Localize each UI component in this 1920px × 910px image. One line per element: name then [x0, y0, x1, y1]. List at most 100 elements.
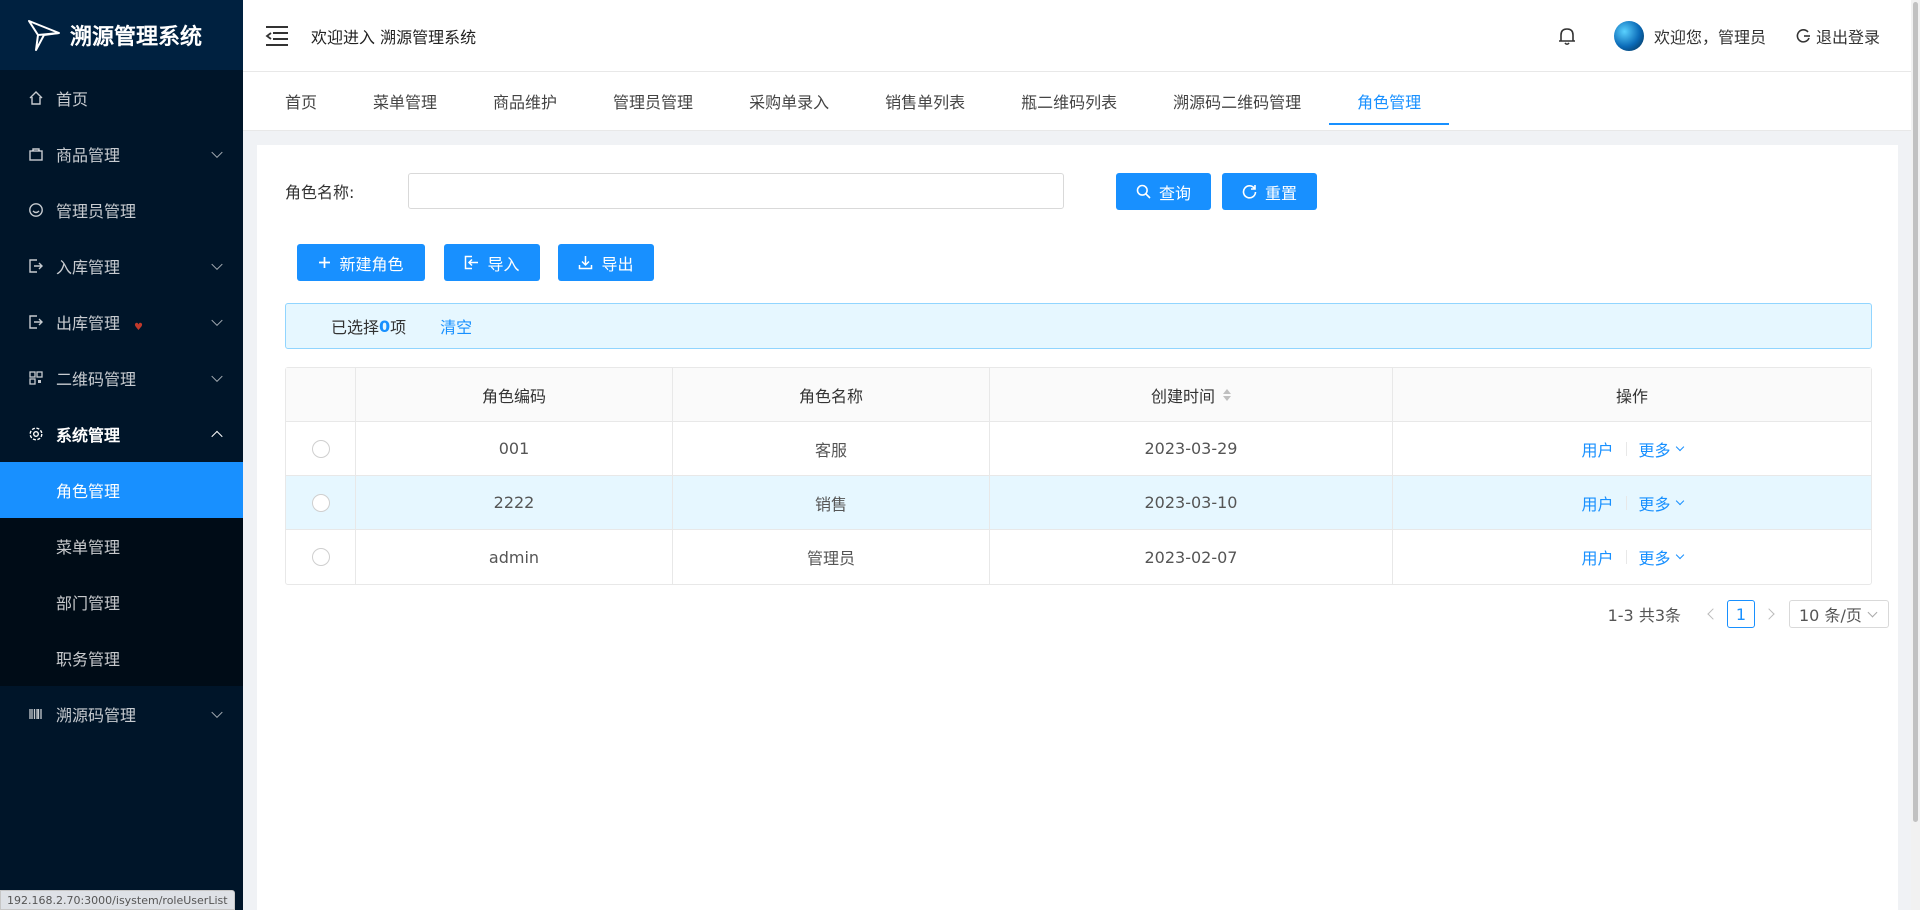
sidebar-item-system[interactable]: 系统管理 — [0, 406, 243, 462]
user-action-link[interactable]: 用户 — [1581, 545, 1613, 569]
sidebar-item-tracecode[interactable]: 溯源码管理 — [0, 686, 243, 742]
sidebar-item-label: 溯源码管理 — [56, 706, 137, 725]
column-header-created[interactable]: 创建时间 — [990, 368, 1393, 421]
reset-label: 重置 — [1264, 183, 1297, 203]
cell-actions: 用户 更多 — [1393, 530, 1871, 584]
row-select-radio[interactable] — [311, 548, 330, 566]
cell-role-name: 管理员 — [673, 530, 990, 584]
tab-admin-management[interactable]: 管理员管理 — [585, 72, 721, 131]
sidebar-subitem-roles[interactable]: 角色管理 — [0, 462, 243, 518]
sidebar-item-goods[interactable]: 商品管理 — [0, 126, 243, 182]
main-content: 角色名称: 查询 重置 新建角色 导入 导出 已选择 0 项 清空 角色编码 角… — [257, 145, 1898, 910]
home-icon — [28, 90, 44, 106]
download-icon — [579, 256, 593, 270]
tab-sales-list[interactable]: 销售单列表 — [857, 72, 993, 131]
page-tabs: 首页 菜单管理 商品维护 管理员管理 采购单录入 销售单列表 瓶二维码列表 溯源… — [243, 72, 1920, 131]
logout-icon — [28, 314, 44, 330]
cell-created-time: 2023-03-29 — [990, 422, 1393, 475]
more-actions-dropdown[interactable]: 更多 — [1639, 437, 1684, 461]
logout-icon — [1796, 29, 1810, 43]
sidebar-item-label: 管理员管理 — [56, 202, 137, 221]
column-header-code: 角色编码 — [356, 368, 673, 421]
import-label: 导入 — [487, 254, 520, 274]
table-row: 001 客服 2023-03-29 用户 更多 — [286, 422, 1871, 476]
avatar[interactable] — [1613, 21, 1644, 51]
sidebar-subitem-menus[interactable]: 菜单管理 — [0, 518, 243, 574]
tab-goods-maintenance[interactable]: 商品维护 — [465, 72, 585, 131]
sidebar-item-admins[interactable]: 管理员管理 — [0, 182, 243, 238]
tab-purchase-entry[interactable]: 采购单录入 — [721, 72, 857, 131]
query-button[interactable]: 查询 — [1116, 173, 1211, 210]
page-button-current[interactable]: 1 — [1727, 600, 1755, 628]
import-icon — [465, 255, 479, 270]
app-name: 溯源管理系统 — [70, 25, 203, 50]
browser-status-url: 192.168.2.70:3000/isystem/roleUserList — [0, 890, 235, 910]
selection-count: 0 — [379, 316, 391, 336]
sidebar-item-home[interactable]: 首页 — [0, 70, 243, 126]
logout-button[interactable]: 退出登录 — [1796, 24, 1880, 48]
chevron-down-icon — [211, 314, 223, 327]
sidebar-subitem-label: 部门管理 — [56, 594, 121, 613]
smile-icon — [28, 202, 44, 218]
bell-icon[interactable] — [1558, 26, 1576, 46]
import-button[interactable]: 导入 — [444, 244, 540, 281]
bird-logo-icon — [28, 20, 60, 51]
cell-role-name: 销售 — [673, 476, 990, 529]
role-name-input[interactable] — [408, 173, 1064, 209]
column-header-actions: 操作 — [1615, 386, 1648, 406]
more-label: 更多 — [1638, 494, 1671, 514]
chevron-right-icon[interactable] — [1763, 608, 1775, 620]
sidebar-item-label: 入库管理 — [56, 258, 121, 277]
tab-home[interactable]: 首页 — [257, 72, 345, 131]
page-scrollbar[interactable] — [1911, 0, 1920, 910]
qrcode-icon — [28, 370, 44, 386]
page-size-select[interactable]: 10 条/页 — [1789, 600, 1889, 628]
selection-prefix: 已选择 — [331, 318, 380, 337]
page-size-value: 10 条/页 — [1799, 606, 1862, 625]
cell-actions: 用户 更多 — [1393, 422, 1871, 475]
barcode-icon — [28, 706, 44, 722]
cell-created-time: 2023-03-10 — [990, 476, 1393, 529]
sidebar-item-label: 系统管理 — [56, 426, 121, 445]
cell-role-code: 2222 — [356, 476, 673, 529]
more-actions-dropdown[interactable]: 更多 — [1638, 491, 1684, 515]
tab-role-management[interactable]: 角色管理 — [1329, 72, 1450, 131]
sidebar-subitem-departments[interactable]: 部门管理 — [0, 574, 243, 630]
chevron-left-icon[interactable] — [1707, 608, 1719, 620]
sort-icon[interactable] — [1223, 388, 1231, 401]
cell-role-name: 客服 — [673, 422, 990, 475]
shopping-bag-icon — [28, 146, 44, 162]
sidebar-item-qrcode[interactable]: 二维码管理 — [0, 350, 243, 406]
export-button[interactable]: 导出 — [558, 244, 654, 281]
row-select-radio[interactable] — [311, 493, 330, 512]
selection-alert: 已选择 0 项 清空 — [285, 303, 1872, 349]
sidebar-item-outbound[interactable]: 出库管理 ♥ — [0, 294, 243, 350]
sidebar-subitem-label: 菜单管理 — [56, 538, 121, 557]
new-role-label: 新建角色 — [339, 254, 404, 274]
query-label: 查询 — [1158, 183, 1191, 203]
new-role-button[interactable]: 新建角色 — [297, 244, 425, 281]
chevron-up-icon — [211, 430, 223, 443]
tab-tracecode-qrcode[interactable]: 溯源码二维码管理 — [1145, 72, 1329, 131]
tab-bottle-qrcode-list[interactable]: 瓶二维码列表 — [993, 72, 1145, 131]
app-logo[interactable]: 溯源管理系统 — [0, 0, 243, 70]
search-icon — [1136, 184, 1151, 199]
chevron-down-icon — [211, 258, 223, 271]
clear-selection-link[interactable]: 清空 — [440, 314, 472, 338]
sidebar-subitem-positions[interactable]: 职务管理 — [0, 630, 243, 686]
chevron-down-icon — [1675, 550, 1684, 560]
more-actions-dropdown[interactable]: 更多 — [1639, 545, 1684, 569]
reset-button[interactable]: 重置 — [1222, 173, 1317, 210]
scrollbar-thumb[interactable] — [1913, 2, 1918, 822]
tab-menu-management[interactable]: 菜单管理 — [345, 72, 465, 131]
action-divider — [1625, 441, 1627, 456]
row-select-radio[interactable] — [311, 439, 330, 458]
sidebar-item-label: 首页 — [56, 90, 89, 109]
sidebar-item-label: 二维码管理 — [56, 370, 137, 389]
user-action-link[interactable]: 用户 — [1581, 437, 1613, 461]
sidebar-item-inbound[interactable]: 入库管理 — [0, 238, 243, 294]
pagination: 1-3 共3条 1 10 条/页 — [1608, 600, 1889, 628]
user-action-link[interactable]: 用户 — [1581, 491, 1613, 515]
setting-icon — [28, 426, 44, 442]
menu-fold-icon[interactable] — [265, 25, 289, 47]
